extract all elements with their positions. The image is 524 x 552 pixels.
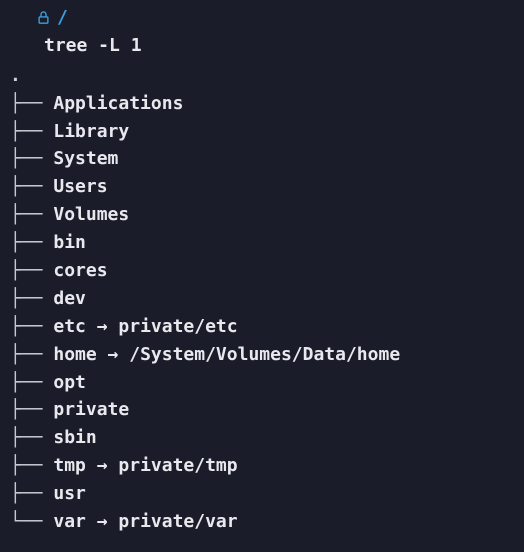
tree-branch: ├──: [10, 93, 53, 114]
tree-row: ├── Volumes: [10, 201, 524, 229]
tree-link-target: private/etc: [118, 316, 237, 337]
tree-item-name: sbin: [53, 427, 96, 448]
prompt-path: /: [57, 4, 68, 32]
prompt-line: /: [8, 4, 524, 32]
tree-row: ├── Applications: [10, 90, 524, 118]
tree-row: ├── sbin: [10, 424, 524, 452]
tree-link-target: private/tmp: [118, 455, 237, 476]
tree-branch: ├──: [10, 232, 53, 253]
tree-root: .: [10, 62, 524, 90]
tree-branch: ├──: [10, 483, 53, 504]
arrow-icon: →: [97, 344, 130, 365]
tree-item-name: dev: [53, 288, 86, 309]
lock-icon: [36, 10, 51, 25]
tree-item-name: Library: [53, 121, 129, 142]
tree-row: └── var → private/var: [10, 508, 524, 536]
tree-row: ├── opt: [10, 369, 524, 397]
arrow-icon: →: [86, 316, 119, 337]
tree-branch: ├──: [10, 121, 53, 142]
tree-item-name: Users: [53, 176, 107, 197]
tree-branch: ├──: [10, 427, 53, 448]
tree-item-name: etc: [53, 316, 86, 337]
tree-row: ├── private: [10, 396, 524, 424]
command-text: tree -L 1: [44, 35, 142, 56]
tree-item-name: var: [53, 511, 86, 532]
tree-link-target: private/var: [118, 511, 237, 532]
tree-row: ├── etc → private/etc: [10, 313, 524, 341]
tree-row: ├── Users: [10, 173, 524, 201]
tree-branch: ├──: [10, 288, 53, 309]
tree-item-name: home: [53, 344, 96, 365]
tree-row: ├── usr: [10, 480, 524, 508]
tree-item-name: cores: [53, 260, 107, 281]
tree-row: ├── home → /System/Volumes/Data/home: [10, 341, 524, 369]
tree-branch: ├──: [10, 455, 53, 476]
tree-branch: ├──: [10, 344, 53, 365]
tree-row: ├── dev: [10, 285, 524, 313]
arrow-icon: →: [86, 455, 119, 476]
tree-item-name: opt: [53, 372, 86, 393]
tree-branch: ├──: [10, 260, 53, 281]
tree-item-name: Applications: [53, 93, 183, 114]
tree-item-name: bin: [53, 232, 86, 253]
tree-item-name: private: [53, 399, 129, 420]
tree-branch: ├──: [10, 316, 53, 337]
tree-row: ├── tmp → private/tmp: [10, 452, 524, 480]
tree-item-name: System: [53, 148, 118, 169]
arrow-icon: →: [86, 511, 119, 532]
tree-row: ├── cores: [10, 257, 524, 285]
tree-branch: ├──: [10, 399, 53, 420]
tree-branch: └──: [10, 511, 53, 532]
tree-item-name: tmp: [53, 455, 86, 476]
tree-row: ├── Library: [10, 118, 524, 146]
tree-item-name: usr: [53, 483, 86, 504]
tree-branch: ├──: [10, 148, 53, 169]
tree-item-name: Volumes: [53, 204, 129, 225]
tree-row: ├── bin: [10, 229, 524, 257]
tree-output: . ├── Applications├── Library├── System├…: [8, 62, 524, 536]
tree-branch: ├──: [10, 204, 53, 225]
tree-row: ├── System: [10, 145, 524, 173]
tree-branch: ├──: [10, 372, 53, 393]
tree-branch: ├──: [10, 176, 53, 197]
tree-link-target: /System/Volumes/Data/home: [129, 344, 400, 365]
command-line[interactable]: tree -L 1: [8, 32, 524, 60]
